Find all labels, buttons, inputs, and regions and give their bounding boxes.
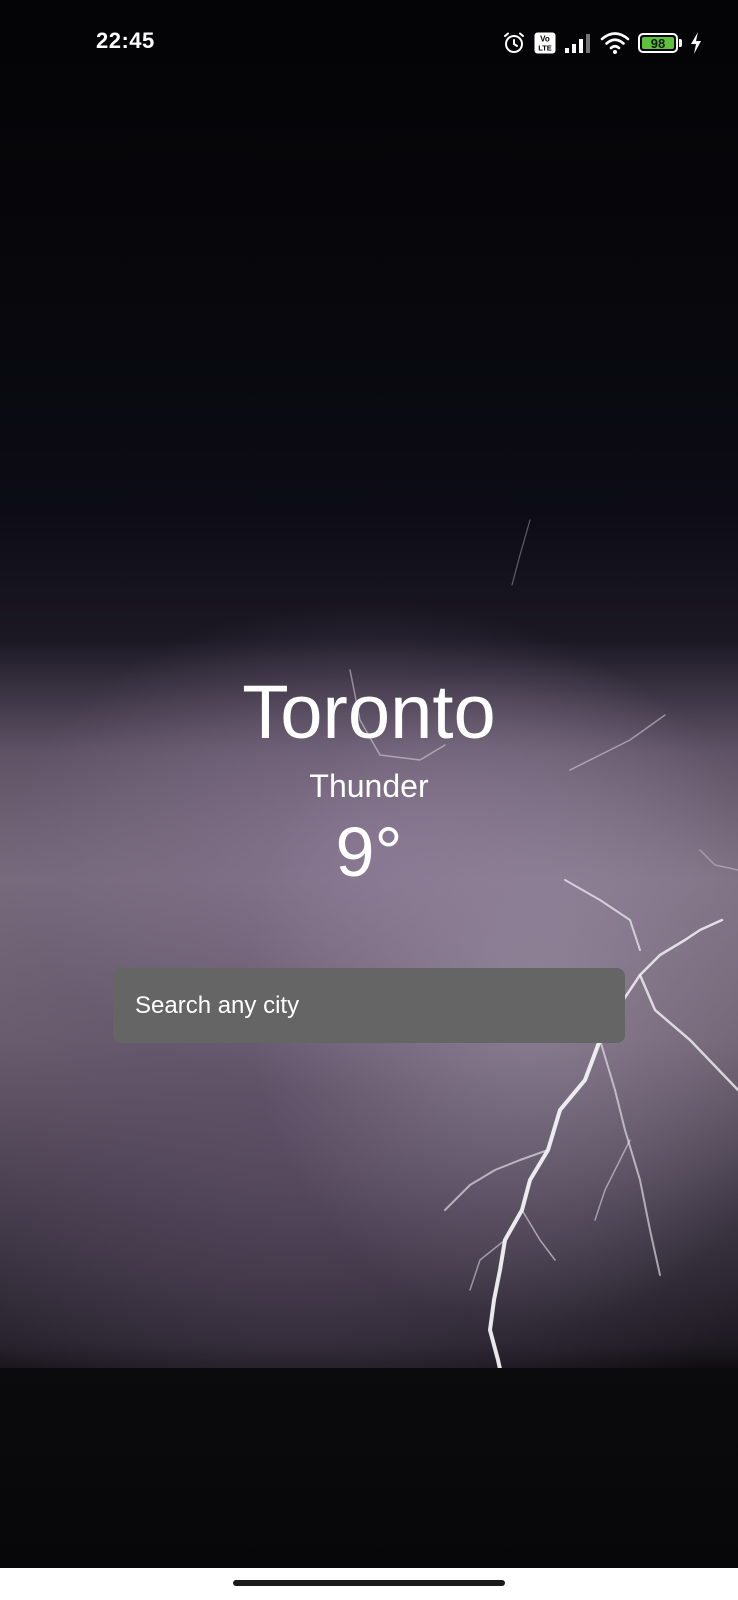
svg-text:Vo: Vo (540, 35, 550, 44)
signal-icon (565, 34, 590, 53)
wifi-icon (600, 32, 630, 54)
horizon-silhouette (0, 1368, 738, 1568)
navigation-bar (0, 1568, 738, 1600)
weather-condition: Thunder (309, 768, 429, 804)
svg-text:LTE: LTE (538, 44, 552, 53)
city-search-input[interactable] (133, 990, 605, 1021)
battery-level: 98 (650, 35, 666, 51)
status-time: 22:45 (96, 28, 155, 53)
volte-icon: Vo LTE (534, 32, 556, 54)
temperature: 9° (335, 813, 403, 891)
status-bar: 22:45 Vo LTE 98 (0, 0, 738, 86)
charging-icon (691, 32, 701, 54)
home-indicator[interactable] (233, 1580, 505, 1586)
status-icons: Vo LTE 98 (502, 28, 702, 58)
weather-app-screen: 22:45 Vo LTE 98 Toronto Thunder 9° Searc… (0, 0, 738, 1600)
battery-icon: 98 (638, 33, 678, 53)
city-search-box[interactable] (113, 968, 625, 1043)
alarm-icon (504, 32, 524, 53)
city-name: Toronto (242, 670, 496, 755)
weather-summary: Toronto Thunder 9° (0, 670, 738, 892)
